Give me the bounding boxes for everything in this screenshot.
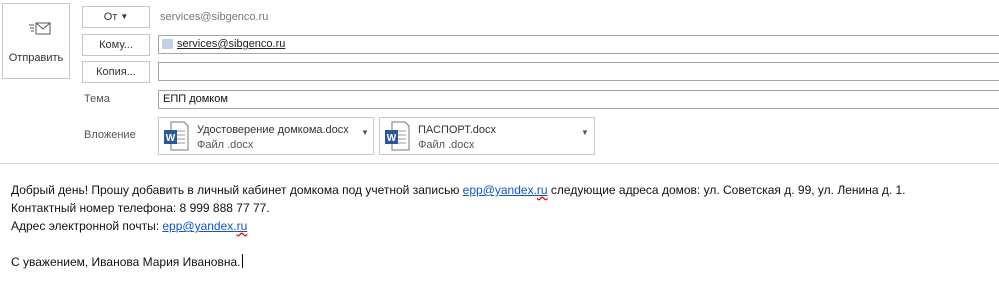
chevron-down-icon: ▼ <box>120 12 129 21</box>
contact-icon <box>162 39 173 49</box>
cc-button-label: Копия... <box>96 66 136 78</box>
email-link-user: epp@yandex. <box>162 219 237 233</box>
word-document-icon: W <box>385 121 410 151</box>
word-document-icon: W <box>164 121 189 151</box>
text-cursor <box>241 254 243 268</box>
attachment-name: Удостоверение домкома.docx <box>197 124 349 136</box>
from-button[interactable]: От ▼ <box>82 6 150 28</box>
chevron-down-icon[interactable]: ▼ <box>581 128 589 137</box>
signature-text: С уважением, Иванова Мария Ивановна. <box>11 255 241 269</box>
from-button-label: От <box>103 11 118 23</box>
body-text: Адрес электронной почты: <box>11 219 163 233</box>
send-button[interactable]: Отправить <box>2 3 70 79</box>
attachment-type: Файл .docx <box>418 139 475 151</box>
send-envelope-icon <box>29 22 51 35</box>
body-line: Контактный номер телефона: 8 999 888 77 … <box>11 201 270 215</box>
attachment-name: ПАСПОРТ.docx <box>418 124 497 136</box>
send-label: Отправить <box>8 52 64 64</box>
divider <box>0 163 999 164</box>
signature-line: С уважением, Иванова Мария Ивановна. <box>11 253 995 271</box>
cc-button[interactable]: Копия... <box>82 61 150 83</box>
body-line: Адрес электронной почты: epp@yandex.ru <box>11 217 995 235</box>
email-link[interactable]: epp@yandex.ru <box>463 183 548 197</box>
email-link[interactable]: epp@yandex.ru <box>162 219 247 233</box>
attachment-type: Файл .docx <box>197 139 254 151</box>
to-recipient[interactable]: services@sibgenco.ru <box>177 38 285 50</box>
subject-field[interactable]: ЕПП домком <box>158 90 999 109</box>
subject-value: ЕПП домком <box>163 93 228 105</box>
body-line: Добрый день! Прошу добавить в личный каб… <box>11 181 995 199</box>
to-button[interactable]: Кому... <box>82 34 150 56</box>
subject-label: Тема <box>84 93 110 105</box>
cc-field[interactable] <box>158 62 999 81</box>
email-link-user: epp@yandex. <box>462 183 537 197</box>
svg-text:W: W <box>387 133 397 144</box>
from-value: services@sibgenco.ru <box>160 11 269 23</box>
email-link-tld: ru <box>536 183 548 197</box>
email-link-tld: ru <box>236 219 248 233</box>
attachment-item[interactable]: W Удостоверение домкома.docx Файл .docx … <box>158 117 374 155</box>
attachment-item[interactable]: W ПАСПОРТ.docx Файл .docx ▼ <box>379 117 595 155</box>
to-field[interactable]: services@sibgenco.ru <box>158 35 999 54</box>
to-button-label: Кому... <box>99 39 133 51</box>
body-blank-line <box>11 235 995 253</box>
svg-text:W: W <box>166 133 176 144</box>
attachment-label: Вложение <box>84 129 136 141</box>
message-body[interactable]: Добрый день! Прошу добавить в личный каб… <box>11 181 995 271</box>
body-text: Добрый день! Прошу добавить в личный каб… <box>11 183 463 197</box>
body-text: следующие адреса домов: ул. Советская д.… <box>547 183 906 197</box>
chevron-down-icon[interactable]: ▼ <box>361 128 369 137</box>
